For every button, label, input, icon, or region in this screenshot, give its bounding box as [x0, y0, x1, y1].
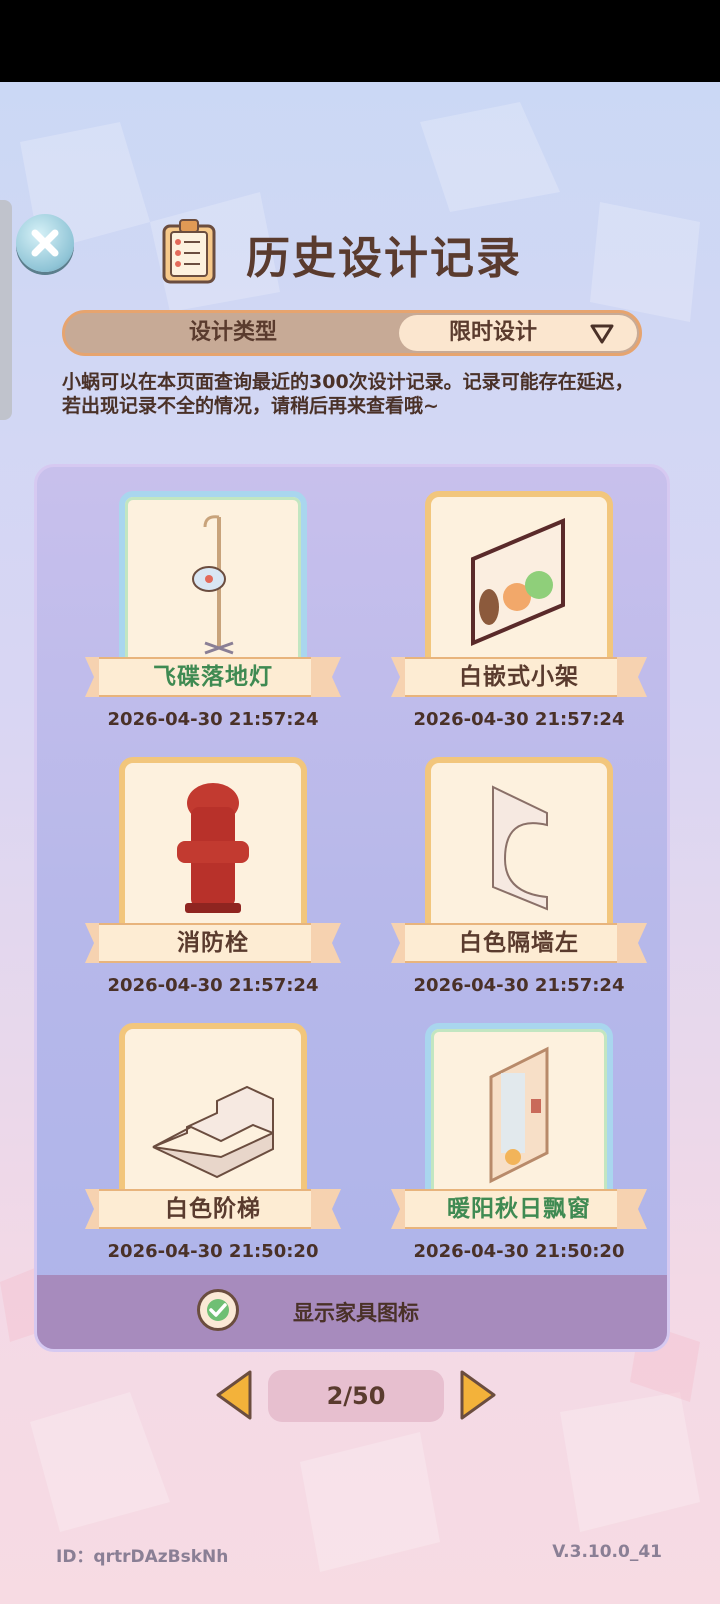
item-frame	[425, 757, 613, 937]
page-number: 2/50	[326, 1382, 386, 1410]
item-name-ribbon: 白嵌式小架	[391, 657, 647, 697]
item-name-ribbon: 消防栓	[85, 923, 341, 963]
icon-toggle-bar: 显示家具图标	[37, 1275, 667, 1349]
design-type-selected: 限时设计	[449, 320, 538, 345]
record-card[interactable]: 暖阳秋日飘窗 2026-04-30 21:50:20	[391, 1023, 651, 1273]
show-icon-label: 显示家具图标	[293, 1301, 419, 1325]
record-card[interactable]: 白嵌式小架 2026-04-30 21:57:24	[391, 491, 651, 741]
version-label: V.3.10.0_41	[552, 1542, 662, 1562]
item-name-ribbon: 飞碟落地灯	[85, 657, 341, 697]
design-type-filter: 设计类型 限时设计	[62, 310, 642, 356]
status-bar	[0, 0, 720, 82]
record-time: 2026-04-30 21:57:24	[413, 709, 625, 730]
close-icon	[31, 229, 59, 257]
record-time: 2026-04-30 21:50:20	[107, 1241, 319, 1262]
item-name-ribbon: 暖阳秋日飘窗	[391, 1189, 647, 1229]
item-name: 白色阶梯	[165, 1196, 261, 1222]
item-name-ribbon: 白色隔墙左	[391, 923, 647, 963]
page-indicator: 2/50	[268, 1370, 444, 1422]
partition-wall-icon	[492, 785, 548, 911]
item-name-ribbon: 白色阶梯	[85, 1189, 341, 1229]
design-type-label: 设计类型	[188, 320, 277, 345]
floor-lamp-icon	[192, 515, 234, 655]
player-id: ID：qrtrDAzBskNh	[56, 1547, 229, 1567]
fire-hydrant-icon	[177, 783, 249, 913]
record-time: 2026-04-30 21:57:24	[413, 975, 625, 996]
clipboard-icon	[162, 219, 216, 284]
item-frame	[425, 491, 613, 671]
bay-window-icon	[489, 1046, 549, 1184]
item-frame	[425, 1023, 613, 1203]
item-name: 飞碟落地灯	[153, 664, 273, 690]
record-time: 2026-04-30 21:57:24	[107, 975, 319, 996]
item-frame	[119, 491, 307, 671]
record-card[interactable]: 飞碟落地灯 2026-04-30 21:57:24	[85, 491, 345, 741]
page-title: 历史设计记录	[246, 233, 522, 284]
record-time: 2026-04-30 21:57:24	[107, 709, 319, 730]
show-icon-checkbox[interactable]	[197, 1289, 239, 1331]
check-icon	[207, 1299, 229, 1321]
next-page-icon[interactable]	[458, 1368, 498, 1422]
record-card[interactable]: 白色隔墙左 2026-04-30 21:57:24	[391, 757, 651, 1007]
design-type-dropdown[interactable]: 限时设计	[399, 315, 637, 351]
item-name: 暖阳秋日飘窗	[447, 1196, 591, 1222]
record-card[interactable]: 消防栓 2026-04-30 21:57:24	[85, 757, 345, 1007]
prev-page-icon[interactable]	[214, 1368, 254, 1422]
notice-text: 小蜗可以在本页面查询最近的300次设计记录。记录可能存在延迟，若出现记录不全的情…	[62, 371, 634, 417]
close-button[interactable]	[16, 214, 74, 272]
item-name: 消防栓	[177, 930, 249, 956]
item-frame	[119, 1023, 307, 1203]
dropdown-triangle-icon	[590, 324, 614, 344]
white-stairs-icon	[152, 1085, 274, 1179]
item-frame	[119, 757, 307, 937]
item-name: 白色隔墙左	[459, 930, 579, 956]
record-card[interactable]: 白色阶梯 2026-04-30 21:50:20	[85, 1023, 345, 1273]
side-drawer-handle[interactable]	[0, 200, 12, 420]
wall-shelf-icon	[471, 517, 565, 647]
record-time: 2026-04-30 21:50:20	[413, 1241, 625, 1262]
item-name: 白嵌式小架	[459, 664, 579, 690]
records-panel: 飞碟落地灯 2026-04-30 21:57:24 白嵌式小架 2026-04-…	[34, 464, 670, 1352]
